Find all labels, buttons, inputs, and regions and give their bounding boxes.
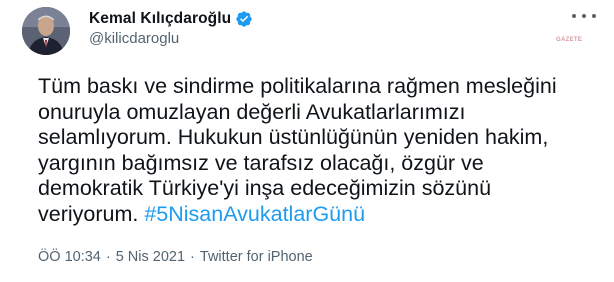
tweet-date[interactable]: 5 Nis 2021 [116,249,185,265]
watermark-logo: GAZETE [556,37,583,43]
tweet-text-line: demokratik Türkiye'yi inşa edeceğimizin … [38,176,492,200]
tweet-meta: ÖÖ 10:34 · 5 Nis 2021 · Twitter for iPho… [38,249,313,265]
author-name-row[interactable]: Kemal Kılıçdaroğlu [89,8,253,30]
tweet-text-segment: veriyorum. [38,201,145,226]
more-options-icon[interactable] [572,8,596,24]
profile-photo-icon [22,7,70,55]
verified-badge-icon [235,10,253,28]
tweet-source-link[interactable]: Twitter for iPhone [200,249,313,265]
tweet-text-last-line: veriyorum. #5NisanAvukatlarGünü [38,202,578,228]
more-dot [592,14,596,18]
tweet-text-line: yargının bağımsız ve tarafsız olacağı, ö… [38,150,484,175]
tweet-card: Kemal Kılıçdaroğlu @kilicdaroglu GAZETE … [0,0,614,282]
hashtag-link[interactable]: #5NisanAvukatlarGünü [144,202,365,226]
author-display-name[interactable]: Kemal Kılıçdaroğlu [89,10,231,28]
tweet-text-line: Tüm baskı ve sindirme politikalarına rağ… [38,74,557,98]
tweet-text-line: onuruyla omuzlayan değerli Avukatlarları… [38,99,466,124]
tweet-text-line: selamlıyorum. Hukukun üstünlüğünün yenid… [38,125,549,149]
meta-separator: · [190,249,195,265]
more-dot [572,14,576,18]
author-handle[interactable]: @kilicdaroglu [89,30,179,47]
tweet-text: Tüm baskı ve sindirme politikalarına rağ… [38,74,578,227]
tweet-time[interactable]: ÖÖ 10:34 [38,249,101,265]
meta-separator: · [105,249,111,265]
more-dot [582,14,586,18]
author-avatar[interactable] [22,7,70,55]
